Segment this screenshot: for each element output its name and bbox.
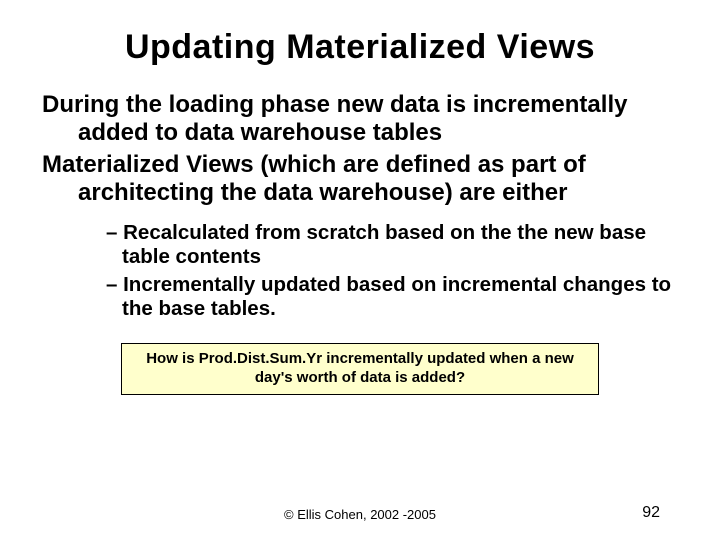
- bullet-item: Recalculated from scratch based on the t…: [106, 221, 678, 269]
- slide-title: Updating Materialized Views: [42, 28, 678, 67]
- paragraph-1: During the loading phase new data is inc…: [42, 91, 678, 147]
- bullet-list: Recalculated from scratch based on the t…: [42, 221, 678, 321]
- paragraph-2: Materialized Views (which are defined as…: [42, 151, 678, 207]
- bullet-item: Incrementally updated based on increment…: [106, 273, 678, 321]
- page-number: 92: [642, 504, 660, 522]
- callout-text: How is Prod.Dist.Sum.Yr incrementally up…: [134, 350, 586, 388]
- copyright: © Ellis Cohen, 2002 -2005: [284, 507, 436, 522]
- slide: Updating Materialized Views During the l…: [0, 0, 720, 540]
- callout-box: How is Prod.Dist.Sum.Yr incrementally up…: [121, 343, 599, 395]
